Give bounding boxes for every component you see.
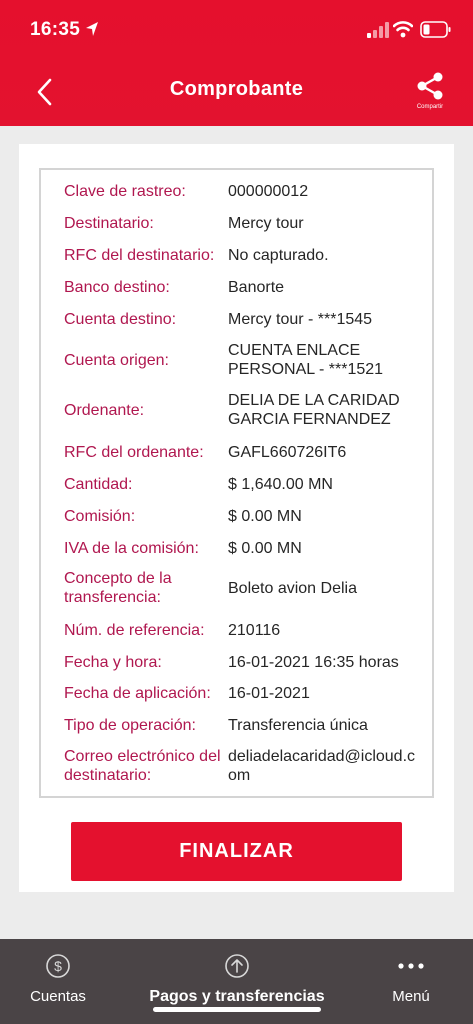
receipt-row-reference: Núm. de referencia: 210116 [41,619,432,641]
receipt-value: GAFL660726IT6 [228,443,347,461]
receipt-row-recipient-rfc: RFC del destinatario: No capturado. [41,244,432,266]
receipt-value: $ 1,640.00 MN [228,475,333,493]
receipt-row-application-date: Fecha de aplicación: 16-01-2021 [41,682,432,704]
page-title: Comprobante [169,78,304,100]
status-time: 16:35 [30,19,81,40]
receipt-row-sender-rfc: RFC del ordenante: GAFL660726IT6 [41,441,432,463]
receipt-value: 210116 [228,621,281,639]
battery-icon [420,21,451,38]
receipt-value: 000000012 [228,182,309,200]
receipt-value: 16-01-2021 [228,684,310,702]
receipt-value: Mercy tour [228,214,304,232]
receipt-details: Clave de rastreo: 000000012 Destinatario… [39,168,434,798]
receipt-row-destination-account: Cuenta destino: Mercy tour - ***1545 [41,308,432,330]
receipt-row-source-account: Cuenta origen: CUENTA ENLACE PERSONAL - … [41,340,432,380]
svg-text:$: $ [54,958,62,974]
receipt-value: No capturado. [228,246,329,264]
receipt-label: Banco destino: [64,278,170,296]
share-button[interactable]: Compartir [410,72,450,112]
receipt-label: Núm. de referencia: [64,621,205,639]
receipt-row-recipient: Destinatario: Mercy tour [41,212,432,234]
cellular-signal-icon [367,22,389,38]
receipt-label: Concepto de la transferencia: [64,570,172,606]
receipt-value: deliadelacaridad@icloud.com [228,748,416,784]
arrow-up-circle-icon [225,954,249,978]
app-header: 16:35 Comprobante Compartir [0,0,473,126]
receipt-value: $ 0.00 MN [228,507,302,525]
receipt-row-concept: Concepto de la transferencia: Boleto avi… [41,568,432,608]
receipt-row-fee: Comisión: $ 0.00 MN [41,505,432,527]
receipt-label: Clave de rastreo: [64,182,186,200]
receipt-label: Ordenante: [64,401,145,419]
receipt-row-datetime: Fecha y hora: 16-01-2021 16:35 horas [41,651,432,673]
receipt-row-operation-type: Tipo de operación: Transferencia única [41,714,432,736]
receipt-value: $ 0.00 MN [228,539,302,557]
receipt-row-sender: Ordenante: DELIA DE LA CARIDAD GARCIA FE… [41,390,432,430]
share-label: Compartir [416,104,444,110]
receipt-row-fee-tax: IVA de la comisión: $ 0.00 MN [41,537,432,559]
location-arrow-icon [86,22,98,36]
finalize-button[interactable]: FINALIZAR [71,822,402,881]
nav-label-menu: Menú [392,988,430,1005]
receipt-row-destination-bank: Banco destino: Banorte [41,276,432,298]
receipt-value: Boleto avion Delia [228,579,357,597]
share-icon [417,72,443,100]
receipt-label: Correo electrónico del destinatario: [64,748,221,784]
status-bar: 16:35 [0,0,473,58]
receipt-label: RFC del ordenante: [64,443,204,461]
nav-item-payments[interactable]: Pagos y transferencias [135,953,339,1006]
receipt-label: Cuenta origen: [64,351,169,369]
more-dots-icon [398,963,424,969]
receipt-value: Banorte [228,278,285,296]
receipt-label: Cuenta destino: [64,310,177,328]
receipt-value: Transferencia única [228,716,368,734]
receipt-label: Destinatario: [64,214,154,232]
nav-item-accounts[interactable]: $ Cuentas [24,953,92,1005]
receipt-card: Clave de rastreo: 000000012 Destinatario… [19,144,454,892]
receipt-row-recipient-email: Correo electrónico del destinatario: del… [41,746,432,786]
receipt-label: Fecha y hora: [64,653,162,671]
receipt-label: Tipo de operación: [64,716,196,734]
nav-label-payments: Pagos y transferencias [149,988,325,1005]
receipt-value: Mercy tour - ***1545 [228,310,373,328]
receipt-label: Cantidad: [64,475,133,493]
dollar-circle-icon: $ [46,954,70,978]
receipt-row-amount: Cantidad: $ 1,640.00 MN [41,473,432,495]
home-indicator [153,1007,321,1012]
receipt-label: Comisión: [64,507,136,525]
receipt-label: IVA de la comisión: [64,539,199,557]
nav-label-accounts: Cuentas [30,988,86,1005]
receipt-label: RFC del destinatario: [64,246,215,264]
receipt-label: Fecha de aplicación: [64,684,211,702]
receipt-value: 16-01-2021 16:35 horas [228,653,399,671]
receipt-row-tracking-key: Clave de rastreo: 000000012 [41,180,432,202]
receipt-value: CUENTA ENLACE PERSONAL - ***1521 [228,342,384,378]
nav-item-menu[interactable]: Menú [385,953,437,1005]
receipt-value: DELIA DE LA CARIDAD GARCIA FERNANDEZ [228,392,400,428]
wifi-icon [393,21,413,38]
